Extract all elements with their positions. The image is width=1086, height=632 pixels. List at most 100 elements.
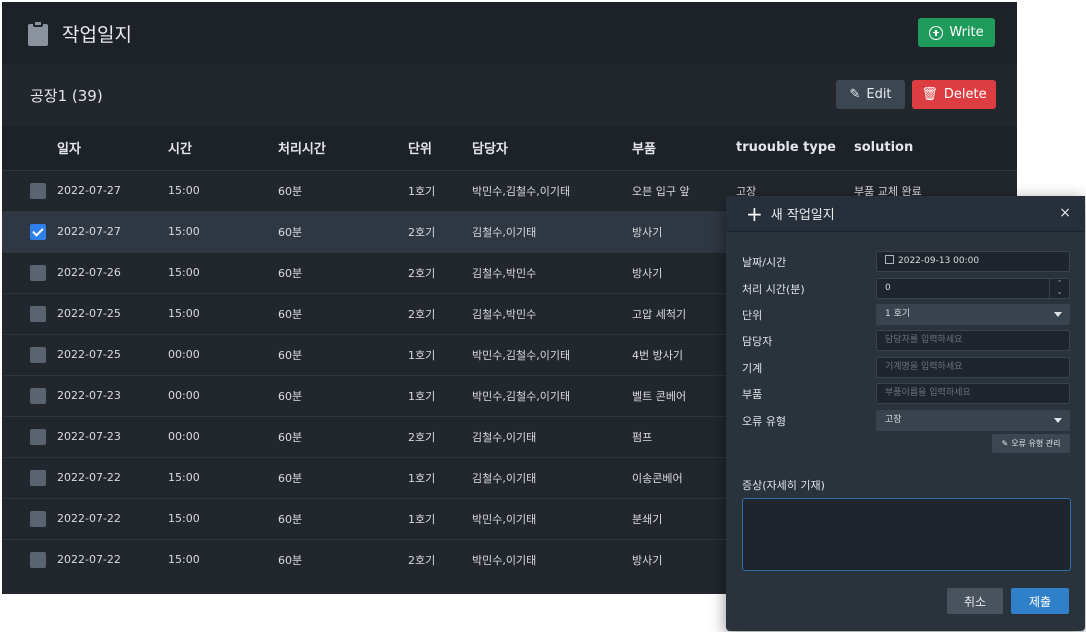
stepper-icon[interactable]: ⌃ ⌄ [1049,279,1069,300]
duration-cell: 60분 [278,266,303,280]
header-date[interactable]: 일자 [57,126,168,170]
delete-button[interactable]: 🗑 Delete [912,80,996,109]
row-checkbox[interactable] [30,305,46,322]
datetime-row: 날짜/시간 2022-09-13 00:00 [742,251,1070,272]
datetime-value: 2022-09-13 00:00 [898,256,980,266]
manage-error-types-button[interactable]: ✎ 오류 유형 관리 [992,434,1070,453]
duration-cell: 60분 [278,184,303,198]
row-checkbox[interactable] [30,510,46,527]
top-bar: 작업일지 Write [2,2,1017,64]
staff-cell: 박민수,김철수,이기태 [472,184,571,198]
unit-cell: 2호기 [408,430,436,444]
time-cell: 15:00 [168,470,200,484]
header-select [2,126,57,170]
caret-down-icon [1054,418,1062,423]
part-cell: 벨트 콘베어 [632,389,687,403]
unit-select[interactable]: 1 호기 [876,304,1070,325]
sub-header: 공장1 (39) ✎ Edit 🗑 Delete [2,64,1017,126]
select-cell [2,252,57,293]
row-checkbox[interactable] [30,223,46,240]
part-label: 부품 [742,388,763,401]
duration-input[interactable]: 0 ⌃ ⌄ [876,278,1070,300]
date-cell: 2022-07-23 [57,429,121,443]
time-cell: 15:00 [168,265,200,279]
header-trouble-type[interactable]: truouble type [736,126,854,170]
unit-row: 단위 1 호기 [742,304,1070,325]
error-type-row: 오류 유형 고장 [742,410,1070,431]
unit-cell: 2호기 [408,266,436,280]
row-checkbox[interactable] [30,346,46,363]
part-cell: 펌프 [632,430,653,444]
part-row: 부품 부품이름을 입력하세요 [742,383,1070,404]
unit-cell: 1호기 [408,389,436,403]
row-checkbox[interactable] [30,182,46,199]
new-worklog-modal: + 새 작업일지 × 날짜/시간 2022-09-13 00:00 처리 시간(… [726,196,1085,631]
header-time[interactable]: 시간 [168,126,278,170]
unit-cell: 2호기 [408,553,436,567]
trash-icon: 🗑 [921,87,938,102]
time-cell: 00:00 [168,429,200,443]
machine-label: 기계 [742,362,763,375]
submit-button[interactable]: 제출 [1011,588,1069,614]
edit-button-label: Edit [866,87,892,102]
part-cell: 방사기 [632,266,663,280]
part-input[interactable]: 부품이름을 입력하세요 [876,383,1070,404]
caret-down-icon [1054,312,1062,317]
staff-cell: 박민수,이기태 [472,512,537,526]
unit-value: 1 호기 [885,309,911,319]
header-unit[interactable]: 단위 [408,126,472,170]
row-checkbox[interactable] [30,264,46,281]
cancel-button[interactable]: 취소 [947,588,1003,614]
select-cell [2,375,57,416]
error-type-label: 오류 유형 [742,415,786,428]
datetime-label: 날짜/시간 [742,256,787,269]
time-cell: 00:00 [168,347,200,361]
time-cell: 15:00 [168,306,200,320]
symptom-textarea[interactable] [742,498,1071,571]
write-button-label: Write [949,25,984,40]
duration-cell: 60분 [278,430,303,444]
pencil-icon: ✎ [849,87,861,102]
duration-cell: 60분 [278,389,303,403]
time-cell: 15:00 [168,183,200,197]
staff-input[interactable]: 담당자를 입력하세요 [876,330,1070,351]
table-header-row: 일자 시간 처리시간 단위 담당자 부품 truouble type solut… [2,126,1017,170]
row-checkbox[interactable] [30,428,46,445]
part-cell: 방사기 [632,553,663,567]
header-part[interactable]: 부품 [632,126,736,170]
write-button[interactable]: Write [918,18,995,47]
select-cell [2,498,57,539]
row-checkbox[interactable] [30,469,46,486]
duration-cell: 60분 [278,553,303,567]
machine-input[interactable]: 기계명을 입력하세요 [876,357,1070,378]
date-cell: 2022-07-25 [57,306,121,320]
staff-row: 담당자 담당자를 입력하세요 [742,330,1070,351]
header-duration[interactable]: 처리시간 [278,126,408,170]
unit-label: 단위 [742,309,763,322]
time-cell: 15:00 [168,224,200,238]
pencil-icon: ✎ [1001,439,1009,448]
plus-icon: + [746,201,763,226]
error-type-select[interactable]: 고장 [876,410,1070,431]
select-cell [2,334,57,375]
manage-error-types-label: 오류 유형 관리 [1011,439,1061,448]
plus-circle-icon [929,25,944,40]
staff-cell: 박민수,김철수,이기태 [472,348,571,362]
header-solution[interactable]: solution [854,126,1017,170]
header-staff[interactable]: 담당자 [472,126,632,170]
clipboard-icon [28,20,48,46]
error-type-value: 고장 [885,415,902,425]
datetime-input[interactable]: 2022-09-13 00:00 [876,251,1070,272]
duration-label: 처리 시간(분) [742,283,805,296]
time-cell: 15:00 [168,552,200,566]
row-checkbox[interactable] [30,387,46,404]
date-cell: 2022-07-22 [57,470,121,484]
edit-button[interactable]: ✎ Edit [836,80,905,109]
select-cell [2,457,57,498]
time-cell: 00:00 [168,388,200,402]
part-cell: 분쇄기 [632,512,663,526]
close-icon[interactable]: × [1059,205,1071,221]
row-checkbox[interactable] [30,551,46,568]
part-cell: 고압 세척기 [632,307,687,321]
staff-cell: 김철수,이기태 [472,225,537,239]
